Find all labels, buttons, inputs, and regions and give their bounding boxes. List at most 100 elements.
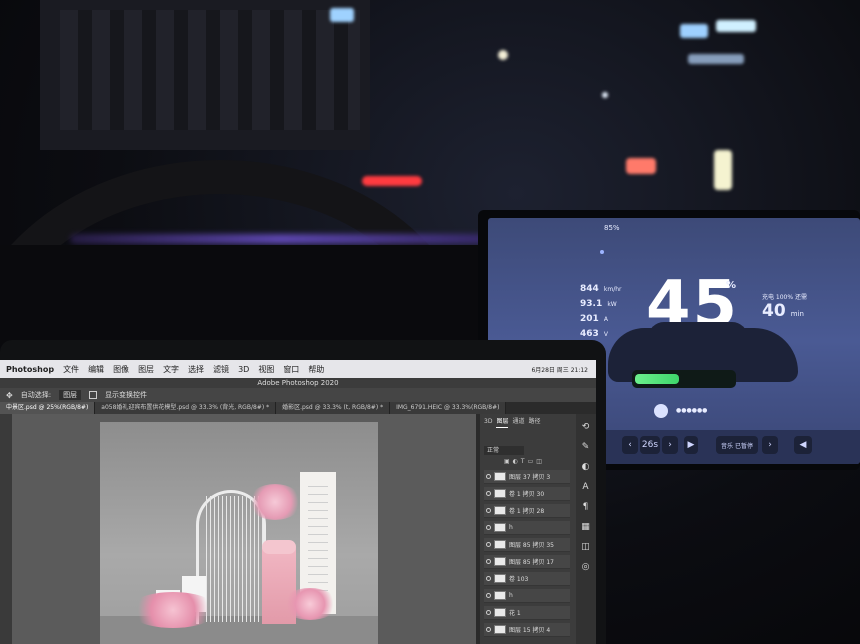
charge-toggle[interactable] <box>654 404 668 418</box>
menu-item[interactable]: 图像 <box>113 364 129 375</box>
play-icon[interactable]: ▶ <box>684 436 698 454</box>
menu-item[interactable]: 文件 <box>63 364 79 375</box>
ambient-light-strip <box>70 234 490 244</box>
back-button[interactable]: 26s <box>640 436 660 454</box>
battery-indicator <box>632 370 736 388</box>
layer-row[interactable]: 图层 37 拷贝 3 <box>484 470 570 484</box>
status-battery: 85% <box>604 224 620 232</box>
layer-thumbnail <box>494 625 506 634</box>
menu-item[interactable]: 3D <box>238 365 249 374</box>
battery-fill <box>635 374 679 384</box>
layer-row[interactable]: 图层 85 拷贝 17 <box>484 555 570 569</box>
layer-thumbnail <box>494 506 506 515</box>
history-icon[interactable]: ⟲ <box>580 422 591 433</box>
layer-row[interactable]: h <box>484 589 570 603</box>
eye-icon[interactable] <box>486 576 491 581</box>
layer-thumbnail <box>494 591 506 600</box>
layer-row[interactable]: 图层 15 拷贝 4 <box>484 623 570 637</box>
laptop-screen: Photoshop 文件 编辑 图像 图层 文字 选择 滤镜 3D 视图 窗口 … <box>0 360 596 644</box>
layer-thumbnail <box>494 472 506 481</box>
blend-mode-dropdown[interactable]: 正常 <box>484 446 524 455</box>
layer-filter-icons[interactable]: ▣◐T▭◫ <box>504 458 564 466</box>
eye-icon[interactable] <box>486 542 491 547</box>
building-light <box>716 20 756 32</box>
eye-icon[interactable] <box>486 508 491 513</box>
status-dot <box>600 250 604 254</box>
time-remaining: 充电 100% 还需 40 min <box>762 292 852 321</box>
media-item[interactable]: 音乐 已暂停 <box>716 436 758 454</box>
menu-item[interactable]: 文字 <box>163 364 179 375</box>
eye-icon[interactable] <box>486 491 491 496</box>
layer-row[interactable]: 花 1 <box>484 606 570 620</box>
prev-button[interactable]: ‹ <box>622 436 638 454</box>
auto-select-dropdown[interactable]: 图层 <box>59 390 82 400</box>
charge-toggle-label: ●●●●●● <box>676 407 708 414</box>
time-remaining-label: 充电 100% 还需 <box>762 294 807 301</box>
swatches-icon[interactable]: ▦ <box>580 522 591 533</box>
menu-item[interactable]: Photoshop <box>6 365 54 374</box>
layer-thumbnail <box>494 489 506 498</box>
eye-icon[interactable] <box>486 610 491 615</box>
layer-name: h <box>509 592 513 599</box>
document-tab[interactable]: a058婚礼迎宾布置供花模型.psd @ 33.3% (背光, RGB/8#) … <box>95 402 277 414</box>
menu-item[interactable]: 窗口 <box>283 364 299 375</box>
show-transform-label: 显示变换控件 <box>105 391 148 399</box>
panel-tabs: 3D 图层 通道 路径 <box>480 416 576 428</box>
volume-icon[interactable]: ◀ <box>794 436 812 454</box>
panel-tab[interactable]: 通道 <box>512 416 524 428</box>
tools-panel <box>0 414 12 644</box>
menu-item[interactable]: 选择 <box>188 364 204 375</box>
move-tool-icon[interactable]: ✥ <box>6 391 13 400</box>
menu-item[interactable]: 编辑 <box>88 364 104 375</box>
layer-thumbnail <box>494 523 506 532</box>
stat-unit: V <box>603 331 608 338</box>
layer-row[interactable]: h <box>484 521 570 535</box>
layer-name: 图层 85 拷贝 17 <box>509 559 554 566</box>
street-light <box>498 50 508 60</box>
media-next-icon[interactable]: › <box>762 436 778 454</box>
lamp-light <box>714 150 732 190</box>
sign-light <box>330 8 354 22</box>
layer-row[interactable]: 卷 1 拷贝 28 <box>484 504 570 518</box>
paragraph-icon[interactable]: ¶ <box>580 502 591 513</box>
document-tab[interactable]: 婚影区.psd @ 33.3% (t, RGB/8#) * <box>276 402 391 414</box>
menu-item[interactable]: 图层 <box>138 364 154 375</box>
building-light <box>688 54 744 64</box>
menu-item[interactable]: 帮助 <box>308 364 324 375</box>
layer-row[interactable]: 图层 85 拷贝 35 <box>484 538 570 552</box>
layer-name: 卷 1 拷贝 30 <box>509 491 545 498</box>
panel-tab[interactable]: 3D <box>484 416 492 428</box>
options-bar: ✥ 自动选择: 图层 显示变换控件 <box>0 388 596 402</box>
layer-row[interactable]: 卷 1 拷贝 30 <box>484 487 570 501</box>
channels-icon[interactable]: ◎ <box>580 562 591 573</box>
layer-thumbnail <box>494 574 506 583</box>
layers-icon[interactable]: ◫ <box>580 542 591 553</box>
stat-unit: kW <box>607 301 617 308</box>
menu-item[interactable]: 滤镜 <box>213 364 229 375</box>
eye-icon[interactable] <box>486 593 491 598</box>
brush-icon[interactable]: ✎ <box>580 442 591 453</box>
document-tab[interactable]: IMG_6791.HEIC @ 33.3%(RGB/8#) <box>390 402 507 414</box>
layer-name: 卷 103 <box>509 576 529 583</box>
document-tabs: 中景区.psd @ 25%(RGB/8#) a058婚礼迎宾布置供花模型.psd… <box>0 402 507 414</box>
window-title: Adobe Photoshop 2020 <box>0 378 596 388</box>
eye-icon[interactable] <box>486 559 491 564</box>
menu-item[interactable]: 视图 <box>258 364 274 375</box>
panel-tab[interactable]: 路径 <box>528 416 540 428</box>
character-icon[interactable]: A <box>580 482 591 493</box>
layer-name: 花 1 <box>509 610 521 617</box>
eye-icon[interactable] <box>486 627 491 632</box>
document-tab[interactable]: 中景区.psd @ 25%(RGB/8#) <box>0 402 96 414</box>
eye-icon[interactable] <box>486 525 491 530</box>
show-transform-checkbox[interactable] <box>89 391 98 399</box>
layer-row[interactable]: 卷 103 <box>484 572 570 586</box>
street-light <box>602 92 608 98</box>
bow <box>262 540 296 554</box>
panel-tab[interactable]: 图层 <box>496 416 509 428</box>
flower-cluster <box>128 592 218 628</box>
adjust-icon[interactable]: ◐ <box>580 462 591 473</box>
mac-menubar: Photoshop 文件 编辑 图像 图层 文字 选择 滤镜 3D 视图 窗口 … <box>0 360 596 378</box>
menubar-clock: 6月28日 周三 21:12 <box>531 366 588 374</box>
next-button[interactable]: › <box>662 436 678 454</box>
eye-icon[interactable] <box>486 474 491 479</box>
